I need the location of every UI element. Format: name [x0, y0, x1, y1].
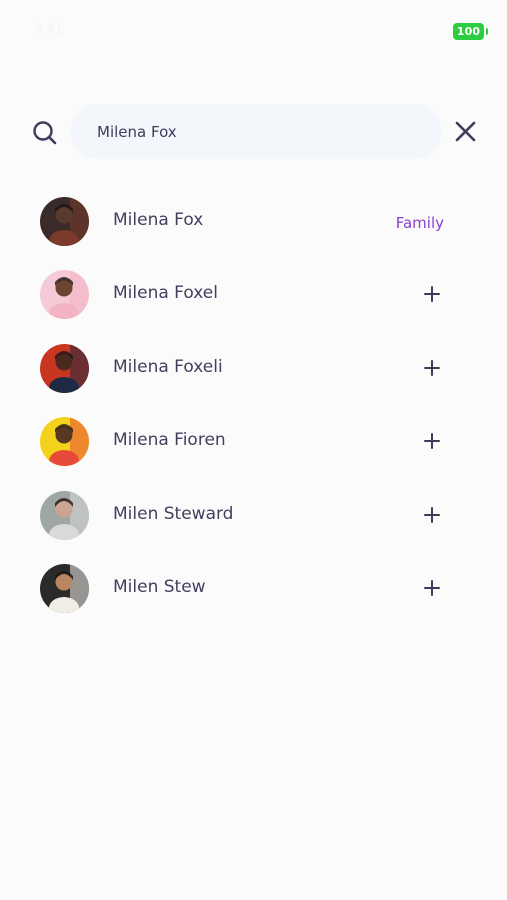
contact-name: Milena Foxel — [113, 283, 218, 304]
avatar — [40, 417, 89, 467]
list-item[interactable]: Milena Fox Family — [0, 196, 507, 269]
status-time: 9:41 — [34, 22, 64, 37]
avatar — [40, 270, 89, 320]
plus-icon[interactable] — [423, 432, 441, 450]
battery-indicator: 100 — [453, 23, 488, 40]
avatar — [40, 563, 89, 613]
contact-name: Milena Fox — [113, 210, 204, 230]
status-bar: 9:41 100 — [0, 0, 507, 56]
list-item[interactable]: Milena Foxeli — [0, 343, 507, 416]
group-tag[interactable]: Family — [396, 214, 444, 232]
plus-icon[interactable] — [423, 506, 441, 524]
list-item[interactable]: Milena Foxel — [0, 269, 507, 342]
list-item[interactable]: Milen Stew — [0, 563, 507, 636]
list-item[interactable]: Milen Steward — [0, 490, 507, 563]
search-input[interactable] — [97, 122, 417, 141]
results-list: Milena Fox Family Milena Foxel Milena Foxel… — [0, 196, 507, 636]
search-field[interactable] — [70, 104, 442, 159]
list-item[interactable]: Milena Fioren — [0, 416, 507, 489]
avatar — [40, 343, 89, 393]
contact-name: Milena Fioren — [113, 430, 226, 451]
contact-name: Milen Steward — [113, 503, 234, 524]
contact-name: Milen Stew — [113, 576, 206, 597]
plus-icon[interactable] — [423, 579, 441, 597]
contact-name: Milena Foxeli — [113, 356, 223, 377]
plus-icon[interactable] — [423, 359, 441, 377]
search-bar — [0, 104, 507, 160]
close-icon[interactable] — [455, 121, 476, 142]
avatar — [40, 197, 89, 246]
plus-icon[interactable] — [423, 285, 441, 303]
avatar — [40, 490, 89, 540]
search-icon[interactable] — [32, 120, 58, 146]
